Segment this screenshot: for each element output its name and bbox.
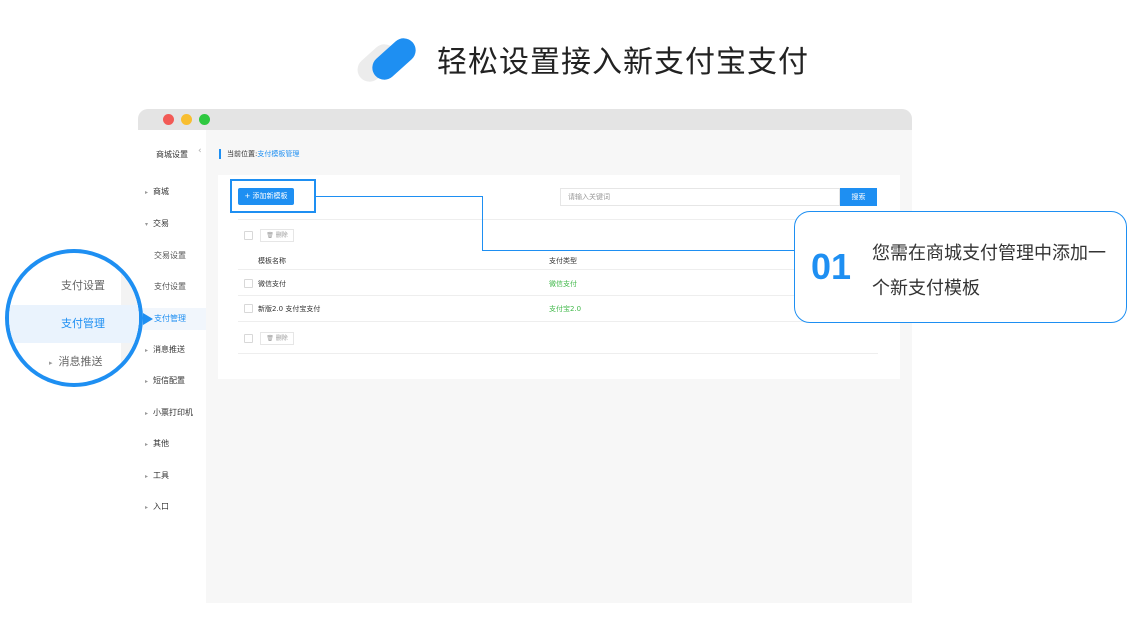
sidebar-title: 商城设置 — [156, 150, 188, 159]
divider — [238, 353, 878, 354]
magnifier-item-message-push: ▸ 消息推送 — [49, 355, 103, 368]
page: 轻松设置接入新支付宝支付 商城设置 ‹ ▸ 商城 ▾ 交易 交易设置 支付设置 支付… — [0, 0, 1130, 640]
pointer-arrow-icon — [143, 313, 153, 325]
row-pay-type: 支付宝2.0 — [549, 305, 582, 313]
sidebar-item-sms[interactable]: ▸ 短信配置 — [138, 370, 206, 392]
caret-right-icon: ▸ — [145, 504, 149, 511]
caret-right-icon: ▸ — [145, 347, 149, 354]
sidebar-item-printer[interactable]: ▸ 小票打印机 — [138, 402, 206, 424]
maximize-window-button[interactable] — [199, 114, 210, 125]
breadcrumb-current[interactable]: 支付模板管理 — [257, 150, 299, 158]
sidebar: 商城设置 ‹ ▸ 商城 ▾ 交易 交易设置 支付设置 支付管理 ▸ 消息推送 ▸ 短信配… — [138, 130, 206, 603]
sidebar-item-message-push[interactable]: ▸ 消息推送 — [138, 339, 206, 361]
browser-titlebar — [138, 109, 912, 130]
caret-right-icon: ▸ — [49, 359, 53, 367]
step-number: 01 — [811, 246, 852, 287]
delete-button[interactable]: 🗑 删除 — [260, 229, 294, 242]
connector-line — [316, 196, 483, 197]
step-callout: 01 您需在商城支付管理中添加一个新支付模板 — [794, 211, 1127, 323]
collapse-icon[interactable]: ‹ — [198, 146, 202, 156]
sidebar-item-trade[interactable]: ▾ 交易 — [138, 213, 206, 235]
divider — [238, 219, 878, 220]
search-input[interactable]: 请输入关键词 — [560, 188, 840, 206]
caret-right-icon: ▸ — [145, 189, 149, 196]
page-title: 轻松设置接入新支付宝支付 — [437, 45, 809, 80]
row-template-name: 新版2.0 支付宝支付 — [258, 305, 321, 313]
caret-right-icon: ▸ — [145, 410, 149, 417]
row-pay-type: 微信支付 — [549, 280, 577, 288]
magnifier-zoom: 支付设置 支付管理 ▸ 消息推送 — [5, 249, 143, 387]
caret-down-icon: ▾ — [145, 221, 149, 228]
select-all-checkbox[interactable] — [244, 334, 253, 343]
sidebar-item-entry[interactable]: ▸ 入口 — [138, 496, 206, 518]
sidebar-item-tools[interactable]: ▸ 工具 — [138, 465, 206, 487]
brand-logo-icon — [352, 33, 421, 87]
divider — [238, 269, 878, 270]
row-checkbox[interactable] — [244, 304, 253, 313]
row-template-name: 微信支付 — [258, 280, 286, 288]
select-all-checkbox[interactable] — [244, 231, 253, 240]
step-description: 您需在商城支付管理中添加一个新支付模板 — [872, 243, 1106, 299]
divider — [238, 321, 878, 322]
caret-right-icon: ▸ — [145, 378, 149, 385]
row-checkbox[interactable] — [244, 279, 253, 288]
caret-right-icon: ▸ — [145, 473, 149, 480]
column-header-name: 模板名称 — [258, 257, 286, 265]
magnifier-item-pay-management: 支付管理 — [9, 305, 139, 343]
close-window-button[interactable] — [163, 114, 174, 125]
page-heading: 轻松设置接入新支付宝支付 — [352, 33, 809, 87]
connector-line — [482, 250, 794, 251]
magnifier-item-pay-settings: 支付设置 — [61, 279, 105, 292]
search-button[interactable]: 搜索 — [840, 188, 877, 206]
sidebar-item-trade-settings[interactable]: 交易设置 — [138, 245, 206, 267]
breadcrumb: 当前位置:支付模板管理 — [219, 149, 299, 159]
minimize-window-button[interactable] — [181, 114, 192, 125]
sidebar-item-pay-settings[interactable]: 支付设置 — [138, 276, 206, 298]
sidebar-item-other[interactable]: ▸ 其他 — [138, 433, 206, 455]
connector-line — [482, 196, 483, 251]
column-header-type: 支付类型 — [549, 257, 577, 265]
delete-button[interactable]: 🗑 删除 — [260, 332, 294, 345]
caret-right-icon: ▸ — [145, 441, 149, 448]
highlight-frame — [230, 179, 316, 213]
sidebar-item-mall[interactable]: ▸ 商城 — [138, 181, 206, 203]
divider — [238, 295, 878, 296]
